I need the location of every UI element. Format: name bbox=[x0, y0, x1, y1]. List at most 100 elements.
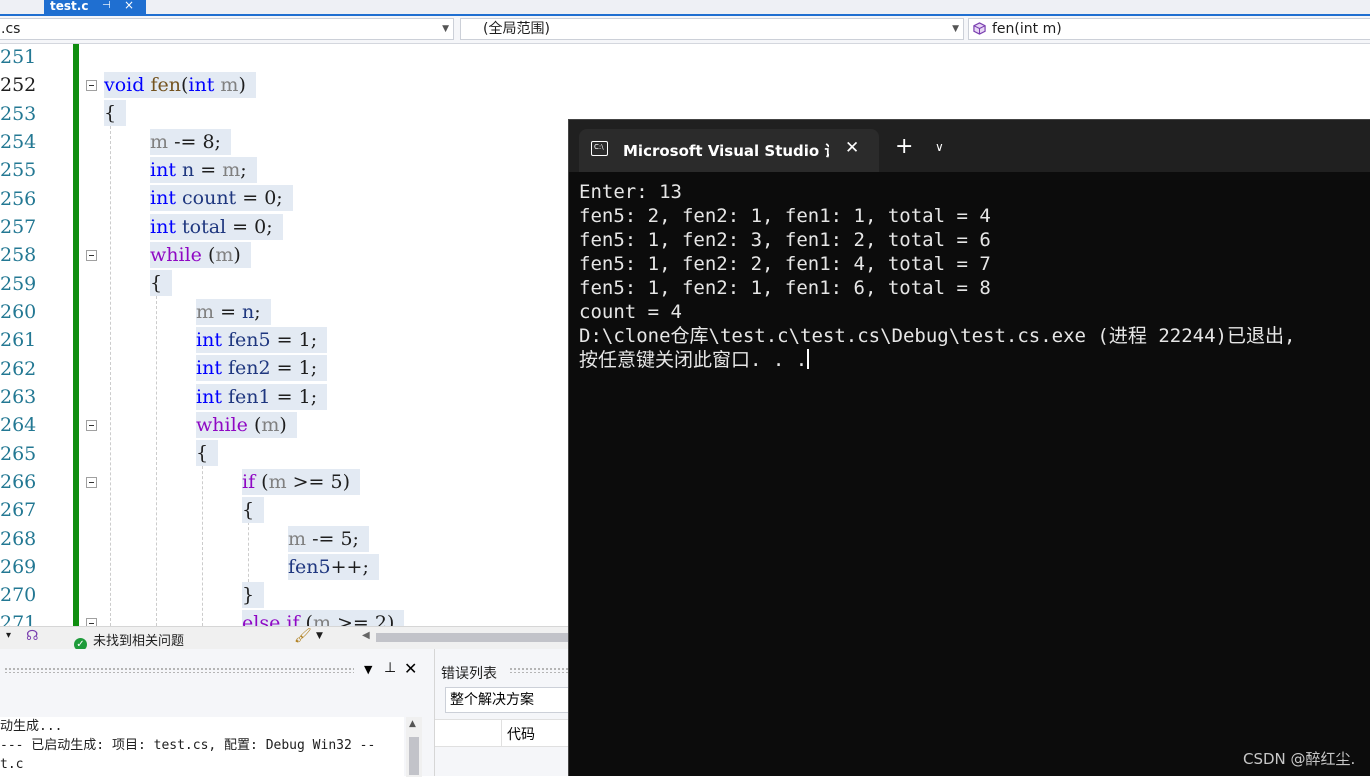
panel-grip[interactable] bbox=[4, 667, 354, 673]
new-tab-plus-icon[interactable]: + bbox=[895, 136, 913, 158]
horizontal-scrollbar[interactable] bbox=[376, 633, 568, 642]
line-number: 270 bbox=[0, 584, 37, 606]
console-line: fen5: 2, fen2: 1, fen1: 1, total = 4 bbox=[579, 205, 991, 227]
console-line: fen5: 1, fen2: 2, fen1: 4, total = 7 bbox=[579, 253, 991, 275]
console-line: fen5: 1, fen2: 3, fen1: 2, total = 6 bbox=[579, 229, 991, 251]
method-cube-icon bbox=[973, 22, 986, 35]
console-line-prompt: 按任意键关闭此窗口. . . bbox=[579, 348, 1369, 372]
window-position-icon[interactable]: ▼ bbox=[364, 663, 372, 676]
console-line: fen5: 1, fen2: 1, fen1: 6, total = 8 bbox=[579, 277, 991, 299]
output-line: t.c bbox=[0, 757, 24, 772]
code-line-262: int fen2 = 1; bbox=[196, 355, 328, 381]
output-panel-header: ▼ ⊥ ✕ bbox=[0, 649, 428, 683]
code-line-255: int n = m; bbox=[150, 157, 257, 183]
error-list-panel: 错误列表 整个解决方案 代码 bbox=[434, 649, 575, 776]
member-dropdown[interactable]: fen(int m) bbox=[968, 18, 1370, 40]
line-number: 262 bbox=[0, 358, 37, 380]
line-number: 258 bbox=[0, 244, 37, 266]
project-dropdown[interactable]: .cs ▼ bbox=[0, 18, 454, 40]
console-line: 按任意键关闭此窗口. . . bbox=[579, 349, 808, 371]
collapse-toggle[interactable] bbox=[86, 420, 97, 431]
code-line-265: { bbox=[196, 440, 219, 466]
line-number: 268 bbox=[0, 528, 37, 550]
code-line-270: } bbox=[242, 582, 265, 608]
indent-guide bbox=[248, 522, 249, 582]
collapse-toggle[interactable] bbox=[86, 618, 97, 626]
code-line-258: while (m) bbox=[150, 242, 251, 268]
indent-guide bbox=[156, 296, 157, 626]
chevron-down-icon: ▼ bbox=[952, 24, 959, 34]
code-line-253: { bbox=[104, 100, 127, 126]
code-line-256: int count = 0; bbox=[150, 185, 293, 211]
collapse-toggle[interactable] bbox=[86, 477, 97, 488]
code-line-266: if (m >= 5) bbox=[242, 469, 361, 495]
chevron-down-icon[interactable]: ▼ bbox=[316, 631, 323, 641]
panel-grip[interactable] bbox=[509, 667, 575, 673]
copilot-icon[interactable]: ☊ bbox=[26, 628, 38, 644]
line-number: 267 bbox=[0, 499, 37, 521]
error-list-title[interactable]: 错误列表 bbox=[441, 663, 497, 683]
text-cursor bbox=[807, 349, 810, 369]
output-line: --- 已启动生成: 项目: test.cs, 配置: Debug Win32 … bbox=[0, 738, 376, 753]
console-title: Microsoft Visual Studio 调试控制台 bbox=[623, 142, 829, 160]
console-output[interactable]: Enter: 13 fen5: 2, fen2: 1, fen1: 1, tota… bbox=[579, 180, 1369, 372]
code-line-260: m = n; bbox=[196, 299, 271, 325]
scope-dropdown-value: (全局范围) bbox=[483, 21, 550, 37]
brush-cleanup-icon[interactable]: 🖌 bbox=[294, 628, 312, 644]
column-divider bbox=[501, 720, 502, 746]
code-line-257: int total = 0; bbox=[150, 214, 283, 240]
project-dropdown-value: .cs bbox=[1, 21, 21, 37]
line-number: 259 bbox=[0, 273, 37, 295]
close-icon[interactable]: ✕ bbox=[404, 659, 417, 678]
line-number: 257 bbox=[0, 216, 37, 238]
column-code[interactable]: 代码 bbox=[507, 724, 535, 744]
member-dropdown-value: fen(int m) bbox=[992, 21, 1062, 37]
code-line-254: m -= 8; bbox=[150, 129, 231, 155]
code-line-252: void fen(int m) bbox=[104, 72, 256, 98]
pin-icon[interactable]: ⊣ bbox=[102, 0, 111, 12]
collapse-toggle[interactable] bbox=[86, 80, 97, 91]
output-text[interactable]: 动生成... --- 已启动生成: 项目: test.cs, 配置: Debug … bbox=[0, 717, 404, 777]
code-line-271: else if (m >= 2) bbox=[242, 610, 405, 626]
bottom-panels: ▼ ⊥ ✕ 动生成... --- 已启动生成: 项目: test.cs, 配置: … bbox=[0, 649, 575, 777]
debug-console-window[interactable]: C:\ Microsoft Visual Studio 调试控制台 ✕ + ∨ … bbox=[568, 119, 1370, 776]
zoom-dropdown-icon[interactable]: ▾ bbox=[6, 630, 11, 641]
scroll-left-icon[interactable]: ◀ bbox=[362, 630, 370, 641]
line-number: 261 bbox=[0, 329, 37, 351]
terminal-icon: C:\ bbox=[591, 141, 608, 156]
console-tab[interactable]: C:\ Microsoft Visual Studio 调试控制台 ✕ bbox=[579, 129, 879, 172]
scroll-up-icon[interactable]: ▲ bbox=[409, 719, 416, 729]
chevron-down-icon[interactable]: ∨ bbox=[935, 140, 944, 154]
line-number: 256 bbox=[0, 188, 37, 210]
line-number: 255 bbox=[0, 159, 37, 181]
issues-indicator[interactable]: ✓ 未找到相关问题 bbox=[74, 630, 184, 651]
watermark: CSDN @醉红尘. bbox=[1243, 750, 1356, 768]
line-number: 271 bbox=[0, 612, 37, 626]
collapse-toggle[interactable] bbox=[86, 250, 97, 261]
tab-test-c[interactable]: test.c ⊣ × bbox=[44, 0, 146, 14]
scope-dropdown[interactable]: (全局范围) ▼ bbox=[460, 18, 964, 40]
line-number: 263 bbox=[0, 386, 37, 408]
console-line: count = 4 bbox=[579, 301, 682, 323]
error-scope-dropdown[interactable]: 整个解决方案 bbox=[445, 687, 575, 713]
output-toolbar bbox=[0, 685, 430, 715]
change-tracking-bar bbox=[73, 44, 79, 626]
console-titlebar: C:\ Microsoft Visual Studio 调试控制台 ✕ + ∨ bbox=[569, 120, 1370, 172]
close-icon[interactable]: ✕ bbox=[845, 138, 859, 158]
code-line-259: { bbox=[150, 270, 173, 296]
line-number: 260 bbox=[0, 301, 37, 323]
vertical-scrollbar[interactable]: ▲ bbox=[406, 717, 422, 777]
chevron-down-icon: ▼ bbox=[442, 24, 449, 34]
close-tab-icon[interactable]: × bbox=[124, 0, 134, 11]
code-line-263: int fen1 = 1; bbox=[196, 384, 328, 410]
scroll-thumb[interactable] bbox=[409, 737, 419, 775]
tab-label: test.c bbox=[50, 0, 89, 13]
line-number: 251 bbox=[0, 46, 37, 68]
pin-icon[interactable]: ⊥ bbox=[384, 660, 396, 676]
code-line-267: { bbox=[242, 497, 265, 523]
code-line-264: while (m) bbox=[196, 412, 297, 438]
output-line: 动生成... bbox=[0, 719, 63, 734]
line-number: 254 bbox=[0, 131, 37, 153]
code-line-261: int fen5 = 1; bbox=[196, 327, 328, 353]
line-number: 266 bbox=[0, 471, 37, 493]
